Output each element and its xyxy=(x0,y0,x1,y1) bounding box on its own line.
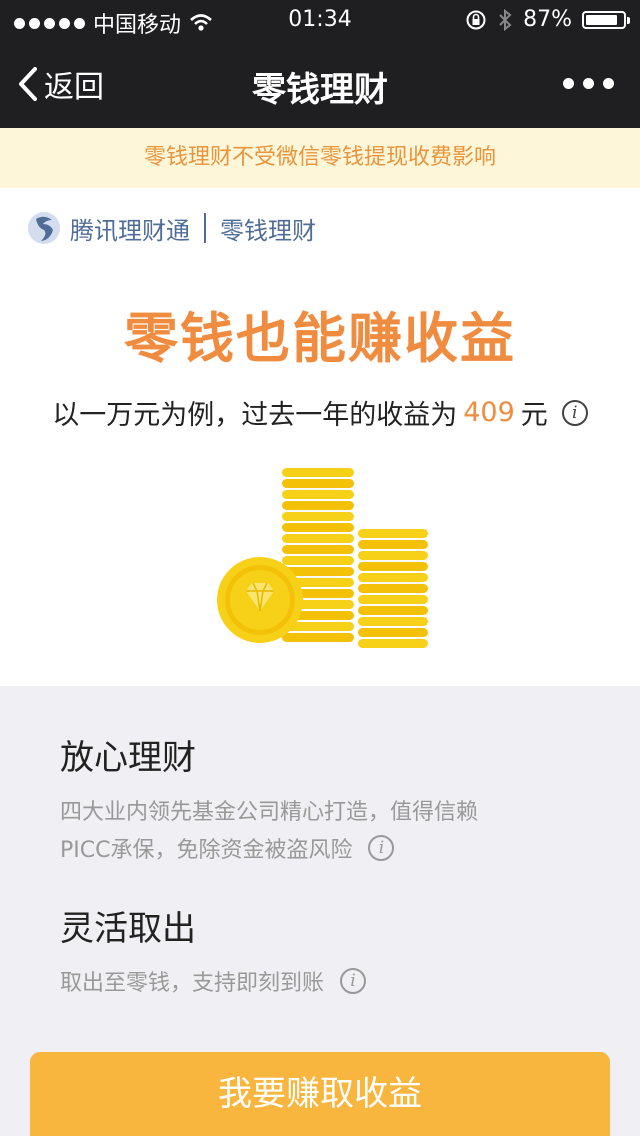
coin xyxy=(282,633,354,642)
tencent-licaitong-logo-icon xyxy=(28,212,60,244)
coin xyxy=(282,545,354,554)
coin xyxy=(282,490,354,499)
coin xyxy=(358,540,428,549)
brand-row: 腾讯理财通 零钱理财 xyxy=(26,210,316,246)
hero-unit: 元 xyxy=(520,400,548,431)
features-section: 放心理财 四大业内领先基金公司精心打造，值得信赖 PICC承保，免除资金被盗风险… xyxy=(60,730,600,1000)
coin xyxy=(282,556,354,565)
coin xyxy=(358,562,428,571)
notice-banner: 零钱理财不受微信零钱提现收费影响 xyxy=(0,128,640,188)
nav-bar: 返回 零钱理财 xyxy=(0,40,640,128)
status-bar: 中国移动 01:34 87% xyxy=(0,0,640,40)
info-icon[interactable]: i xyxy=(561,399,588,426)
coin xyxy=(358,595,428,604)
coin xyxy=(282,534,354,543)
feature-item: 放心理财 四大业内领先基金公司精心打造，值得信赖 PICC承保，免除资金被盗风险… xyxy=(60,730,600,867)
feature-line: 四大业内领先基金公司精心打造，值得信赖 xyxy=(60,791,600,829)
coin xyxy=(358,606,428,615)
hero-amount: 409 xyxy=(463,397,515,428)
coin-stack-icon xyxy=(217,468,428,648)
feature-title: 灵活取出 xyxy=(60,909,196,949)
coin xyxy=(282,501,354,510)
feature-line-text: PICC承保，免除资金被盗风险 xyxy=(60,838,353,863)
feature-line: 取出至零钱，支持即刻到账 i xyxy=(60,962,600,1000)
feature-line-text: 四大业内领先基金公司精心打造，值得信赖 xyxy=(60,800,479,825)
feature-line: PICC承保，免除资金被盗风险 i xyxy=(60,829,600,867)
coin xyxy=(358,617,428,626)
rotation-lock-icon xyxy=(466,10,486,29)
coin xyxy=(282,468,354,477)
battery-icon xyxy=(582,10,630,29)
coin xyxy=(282,479,354,488)
diamond-coin-icon xyxy=(217,557,303,643)
coin xyxy=(282,523,354,532)
battery-percent: 87% xyxy=(523,7,572,32)
hero-subline: 以一万元为例，过去一年的收益为 409 元 i xyxy=(0,393,640,432)
brand-product: 零钱理财 xyxy=(220,216,316,245)
earn-button[interactable]: 我要赚取收益 xyxy=(30,1052,610,1136)
info-icon[interactable]: i xyxy=(368,835,395,861)
coin xyxy=(358,584,428,593)
bluetooth-icon xyxy=(499,8,512,31)
coin xyxy=(358,573,428,582)
hero-card: 腾讯理财通 零钱理财 零钱也能赚收益 以一万元为例，过去一年的收益为 409 元 i xyxy=(0,188,640,686)
brand-name: 腾讯理财通 xyxy=(70,216,190,245)
coin xyxy=(358,628,428,637)
more-dots-icon[interactable] xyxy=(563,78,614,89)
info-icon[interactable]: i xyxy=(340,968,367,994)
brand-divider xyxy=(204,213,206,243)
coin xyxy=(358,551,428,560)
page-title: 零钱理财 xyxy=(252,70,388,110)
coin xyxy=(282,512,354,521)
feature-item: 灵活取出 取出至零钱，支持即刻到账 i xyxy=(60,901,600,1000)
hero-sub-prefix: 以一万元为例，过去一年的收益为 xyxy=(52,400,458,431)
feature-title: 放心理财 xyxy=(60,738,196,778)
feature-line-text: 取出至零钱，支持即刻到账 xyxy=(60,971,325,996)
coin xyxy=(358,639,428,648)
hero-headline: 零钱也能赚收益 xyxy=(124,307,516,370)
coin xyxy=(358,529,428,538)
